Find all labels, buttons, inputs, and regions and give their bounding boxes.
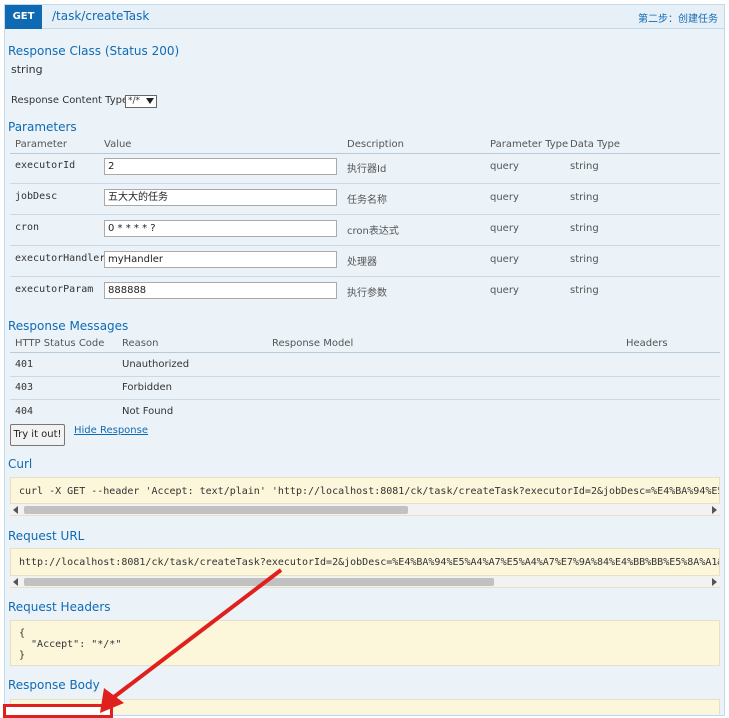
msg-header-model: Response Model	[272, 338, 354, 349]
request-headers-line: }	[19, 650, 26, 661]
divider	[10, 153, 720, 154]
param-data-type: string	[570, 285, 599, 296]
response-class-type: string	[11, 63, 43, 76]
param-name: cron	[15, 222, 40, 233]
request-headers-line: {	[19, 628, 26, 639]
param-description: 执行器Id	[347, 164, 387, 175]
scroll-left-icon[interactable]	[13, 578, 18, 586]
divider	[10, 214, 720, 215]
request-url-title: Request URL	[8, 529, 85, 543]
response-content-type-label: Response Content Type	[11, 95, 129, 106]
status-code: 403	[15, 382, 34, 393]
operation-summary[interactable]: 第二步：创建任务	[638, 10, 718, 25]
scroll-right-icon[interactable]	[712, 578, 717, 586]
request-headers-title: Request Headers	[8, 600, 111, 614]
curl-scrollbar[interactable]	[10, 503, 720, 515]
param-name: jobDesc	[15, 191, 58, 202]
param-header-description: Description	[347, 139, 404, 150]
operation-path[interactable]: /task/createTask	[52, 9, 149, 23]
operation-panel: GET /task/createTask 第二步：创建任务	[4, 4, 725, 716]
divider	[10, 183, 720, 184]
cron-input[interactable]: 0 * * * * ?	[104, 220, 337, 237]
param-type: query	[490, 161, 519, 172]
executorHandler-input[interactable]: myHandler	[104, 251, 337, 268]
param-header-value: Value	[104, 139, 132, 150]
msg-header-headers: Headers	[626, 338, 668, 349]
param-name: executorParam	[15, 284, 94, 295]
param-type: query	[490, 192, 519, 203]
curl-command: curl -X GET --header 'Accept: text/plain…	[19, 486, 719, 497]
scroll-right-icon[interactable]	[712, 506, 717, 514]
response-body-code-block[interactable]	[10, 699, 720, 714]
request-url-scrollbar[interactable]	[10, 575, 720, 587]
request-headers-code-block[interactable]: { "Accept": "*/*" }	[10, 620, 720, 666]
jobDesc-input[interactable]: 五大大的任务	[104, 189, 337, 206]
divider	[10, 352, 720, 353]
param-name: executorHandler	[15, 253, 106, 264]
divider	[10, 276, 720, 277]
param-header-parameter: Parameter	[15, 139, 68, 150]
scroll-thumb[interactable]	[24, 578, 494, 586]
msg-header-code: HTTP Status Code	[15, 338, 105, 349]
param-type: query	[490, 254, 519, 265]
status-code: 401	[15, 359, 34, 370]
param-type: query	[490, 223, 519, 234]
chevron-down-icon	[146, 98, 154, 104]
request-url-text: http://localhost:8081/ck/task/createTask…	[19, 557, 719, 568]
response-content-type-value: */*	[128, 96, 141, 106]
msg-header-reason: Reason	[122, 338, 159, 349]
param-description: 任务名称	[347, 195, 387, 206]
hide-response-link[interactable]: Hide Response	[74, 425, 148, 436]
response-content-type-select[interactable]: */*	[125, 95, 157, 108]
param-data-type: string	[570, 192, 599, 203]
http-method-badge: GET	[5, 5, 42, 29]
divider	[10, 399, 720, 400]
param-data-type: string	[570, 223, 599, 234]
divider	[10, 376, 720, 377]
status-reason: Not Found	[122, 406, 174, 417]
parameters-title: Parameters	[8, 120, 77, 134]
param-description: 处理器	[347, 257, 377, 268]
scroll-thumb[interactable]	[24, 506, 408, 514]
request-headers-line: "Accept": "*/*"	[19, 639, 122, 650]
try-it-out-button[interactable]: Try it out!	[10, 424, 65, 446]
status-code: 404	[15, 406, 34, 417]
response-class-title: Response Class (Status 200)	[8, 44, 180, 58]
executorParam-input[interactable]: 888888	[104, 282, 337, 299]
param-type: query	[490, 285, 519, 296]
response-body-title: Response Body	[8, 678, 100, 692]
param-description: 执行参数	[347, 288, 387, 299]
annotation-highlight-box	[3, 704, 113, 718]
status-reason: Forbidden	[122, 382, 172, 393]
curl-title: Curl	[8, 457, 33, 471]
scroll-left-icon[interactable]	[13, 506, 18, 514]
status-reason: Unauthorized	[122, 359, 190, 370]
param-data-type: string	[570, 254, 599, 265]
param-name: executorId	[15, 160, 76, 171]
response-messages-title: Response Messages	[8, 319, 129, 333]
divider	[10, 245, 720, 246]
param-description: cron表达式	[347, 226, 399, 237]
executorId-input[interactable]: 2	[104, 158, 337, 175]
param-header-param-type: Parameter Type	[490, 139, 569, 150]
param-data-type: string	[570, 161, 599, 172]
param-header-data-type: Data Type	[570, 139, 621, 150]
operation-header[interactable]: GET /task/createTask 第二步：创建任务	[5, 5, 724, 29]
